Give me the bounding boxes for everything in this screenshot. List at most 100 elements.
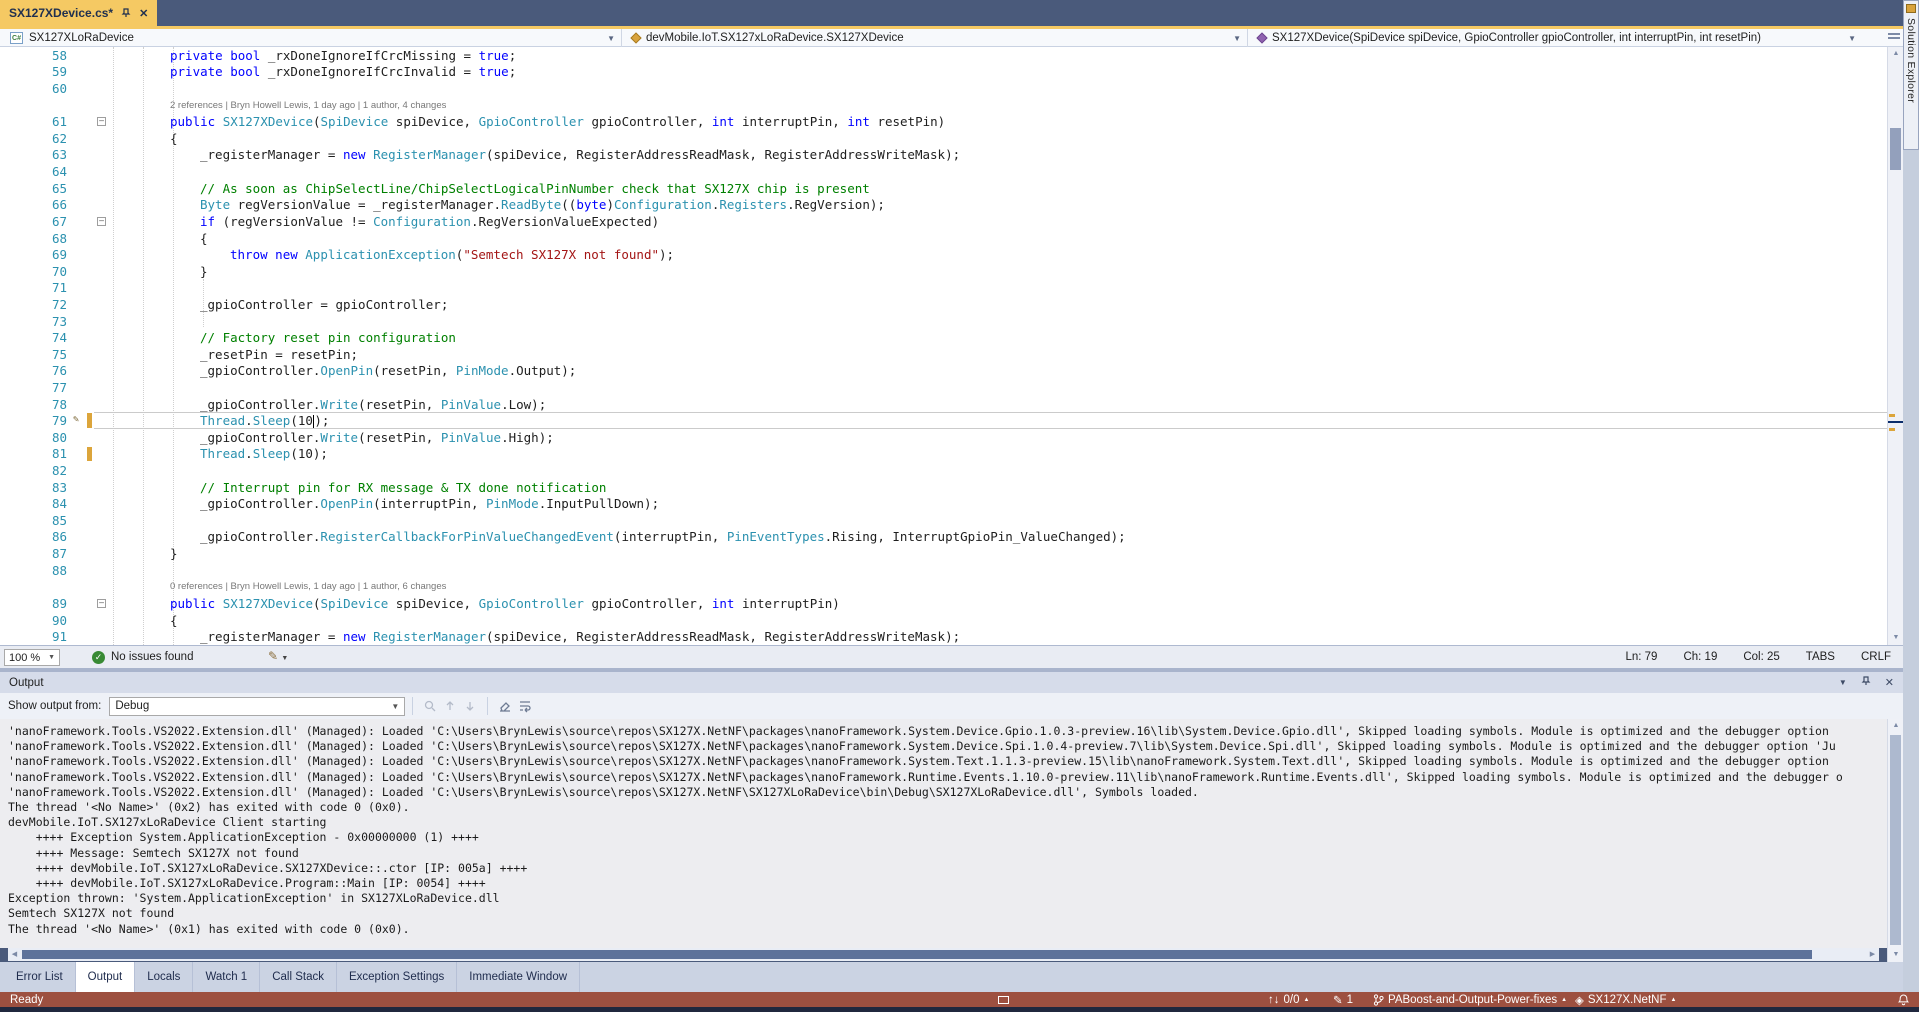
line-number[interactable]: 89	[0, 596, 72, 611]
line-number[interactable]: 86	[0, 529, 72, 544]
code-line[interactable]: 69throw new ApplicationException("Semtec…	[0, 246, 1887, 263]
line-number[interactable]: 58	[0, 48, 72, 63]
glyph-margin[interactable]	[72, 213, 94, 230]
outline-margin[interactable]	[94, 64, 110, 81]
outline-margin[interactable]	[94, 246, 110, 263]
glyph-margin[interactable]	[72, 612, 94, 629]
outline-margin[interactable]	[94, 545, 110, 562]
line-number[interactable]: 59	[0, 64, 72, 79]
outline-margin[interactable]	[94, 130, 110, 147]
toggle-word-wrap-icon[interactable]	[515, 696, 535, 716]
outline-margin[interactable]	[94, 512, 110, 529]
line-number[interactable]: 63	[0, 147, 72, 162]
line-number[interactable]: 71	[0, 280, 72, 295]
code-line[interactable]: 89–public SX127XDevice(SpiDevice spiDevi…	[0, 595, 1887, 612]
code-cleanup-pen-icon[interactable]: ✎ ▼	[268, 649, 288, 663]
outline-margin[interactable]	[94, 529, 110, 546]
code-line[interactable]: 78_gpioController.Write(resetPin, PinVal…	[0, 396, 1887, 413]
glyph-margin[interactable]	[72, 296, 94, 313]
output-vertical-scrollbar[interactable]: ▲ ▼	[1887, 719, 1903, 962]
panel-tab-immediate-window[interactable]: Immediate Window	[457, 962, 580, 992]
code-line[interactable]: 83// Interrupt pin for RX message & TX d…	[0, 479, 1887, 496]
codelens-row[interactable]: 0 references | Bryn Howell Lewis, 1 day …	[0, 579, 1887, 596]
line-number[interactable]: 69	[0, 247, 72, 262]
code-line[interactable]: 58private bool _rxDoneIgnoreIfCrcMissing…	[0, 47, 1887, 64]
code-line[interactable]: 70}	[0, 263, 1887, 280]
glyph-margin[interactable]	[72, 396, 94, 413]
outline-margin[interactable]: –	[94, 595, 110, 612]
outline-margin[interactable]	[94, 628, 110, 645]
glyph-margin[interactable]	[72, 80, 94, 97]
scroll-up-arrow-icon[interactable]: ▲	[1888, 719, 1904, 733]
pending-edits-button[interactable]: ✎ 1	[1333, 992, 1353, 1007]
line-number[interactable]: 61	[0, 114, 72, 129]
code-line[interactable]: 82	[0, 462, 1887, 479]
go-to-previous-message-icon[interactable]	[440, 696, 460, 716]
glyph-margin[interactable]	[72, 529, 94, 546]
go-to-next-message-icon[interactable]	[460, 696, 480, 716]
scrollbar-thumb[interactable]	[1890, 735, 1901, 945]
glyph-margin[interactable]	[72, 562, 94, 579]
outline-margin[interactable]	[94, 180, 110, 197]
code-line[interactable]: 68{	[0, 230, 1887, 247]
branch-button[interactable]: PABoost-and-Output-Power-fixes ▲	[1373, 992, 1567, 1007]
editor-split-handle[interactable]	[1887, 31, 1901, 43]
glyph-margin[interactable]	[72, 462, 94, 479]
output-source-dropdown[interactable]: Debug ▼	[109, 697, 405, 716]
glyph-margin[interactable]	[72, 495, 94, 512]
line-number[interactable]: 70	[0, 264, 72, 279]
outline-margin[interactable]	[94, 280, 110, 297]
glyph-margin[interactable]	[72, 263, 94, 280]
notifications-bell-icon[interactable]	[1898, 992, 1909, 1007]
code-line[interactable]: 71	[0, 280, 1887, 297]
code-line[interactable]: 87}	[0, 545, 1887, 562]
collapse-region-icon[interactable]: –	[97, 217, 106, 226]
line-number[interactable]: 73	[0, 314, 72, 329]
code-line[interactable]: 81Thread.Sleep(10);	[0, 446, 1887, 463]
code-line[interactable]: 66Byte regVersionValue = _registerManage…	[0, 196, 1887, 213]
code-line[interactable]: 80_gpioController.Write(resetPin, PinVal…	[0, 429, 1887, 446]
window-position-chevron-icon[interactable]: ▼	[1839, 678, 1847, 687]
column-indicator[interactable]: Col: 25	[1743, 651, 1779, 663]
outline-margin[interactable]	[94, 147, 110, 164]
outline-margin[interactable]	[94, 612, 110, 629]
code-line[interactable]: 86_gpioController.RegisterCallbackForPin…	[0, 529, 1887, 546]
line-number[interactable]: 82	[0, 463, 72, 478]
glyph-margin[interactable]	[72, 130, 94, 147]
glyph-margin[interactable]	[72, 47, 94, 64]
outline-margin[interactable]	[94, 495, 110, 512]
scroll-up-arrow-icon[interactable]: ▲	[1888, 47, 1904, 61]
glyph-margin[interactable]	[72, 429, 94, 446]
scroll-right-arrow-icon[interactable]: ▶	[1866, 948, 1879, 961]
code-line[interactable]: 90{	[0, 612, 1887, 629]
document-tab[interactable]: SX127XDevice.cs* ✕	[0, 0, 157, 26]
glyph-margin[interactable]	[72, 180, 94, 197]
glyph-margin[interactable]	[72, 196, 94, 213]
glyph-margin[interactable]	[72, 147, 94, 164]
type-dropdown[interactable]: devMobile.IoT.SX127xLoRaDevice.SX127XDev…	[626, 29, 1248, 47]
code-line[interactable]: 62{	[0, 130, 1887, 147]
line-number[interactable]: 91	[0, 629, 72, 644]
line-number[interactable]: 84	[0, 496, 72, 511]
line-number[interactable]: 66	[0, 197, 72, 212]
code-line[interactable]: 77	[0, 379, 1887, 396]
line-number[interactable]: 75	[0, 347, 72, 362]
outline-margin[interactable]	[94, 296, 110, 313]
project-dropdown[interactable]: C# SX127XLoRaDevice ▼	[4, 29, 622, 47]
line-number[interactable]: 62	[0, 131, 72, 146]
scrollbar-thumb[interactable]	[1890, 128, 1901, 170]
glyph-margin[interactable]	[72, 545, 94, 562]
glyph-margin[interactable]	[72, 379, 94, 396]
line-number[interactable]: 60	[0, 81, 72, 96]
line-number[interactable]: 83	[0, 480, 72, 495]
output-horizontal-scrollbar[interactable]: ◀ ▶	[8, 948, 1879, 961]
panel-tab-watch-1[interactable]: Watch 1	[193, 962, 260, 992]
outline-margin[interactable]	[94, 313, 110, 330]
outline-margin[interactable]	[94, 263, 110, 280]
glyph-margin[interactable]	[72, 313, 94, 330]
glyph-margin[interactable]	[72, 595, 94, 612]
line-number[interactable]: 76	[0, 363, 72, 378]
collapse-region-icon[interactable]: –	[97, 599, 106, 608]
glyph-margin[interactable]	[72, 64, 94, 81]
glyph-margin[interactable]	[72, 97, 94, 114]
